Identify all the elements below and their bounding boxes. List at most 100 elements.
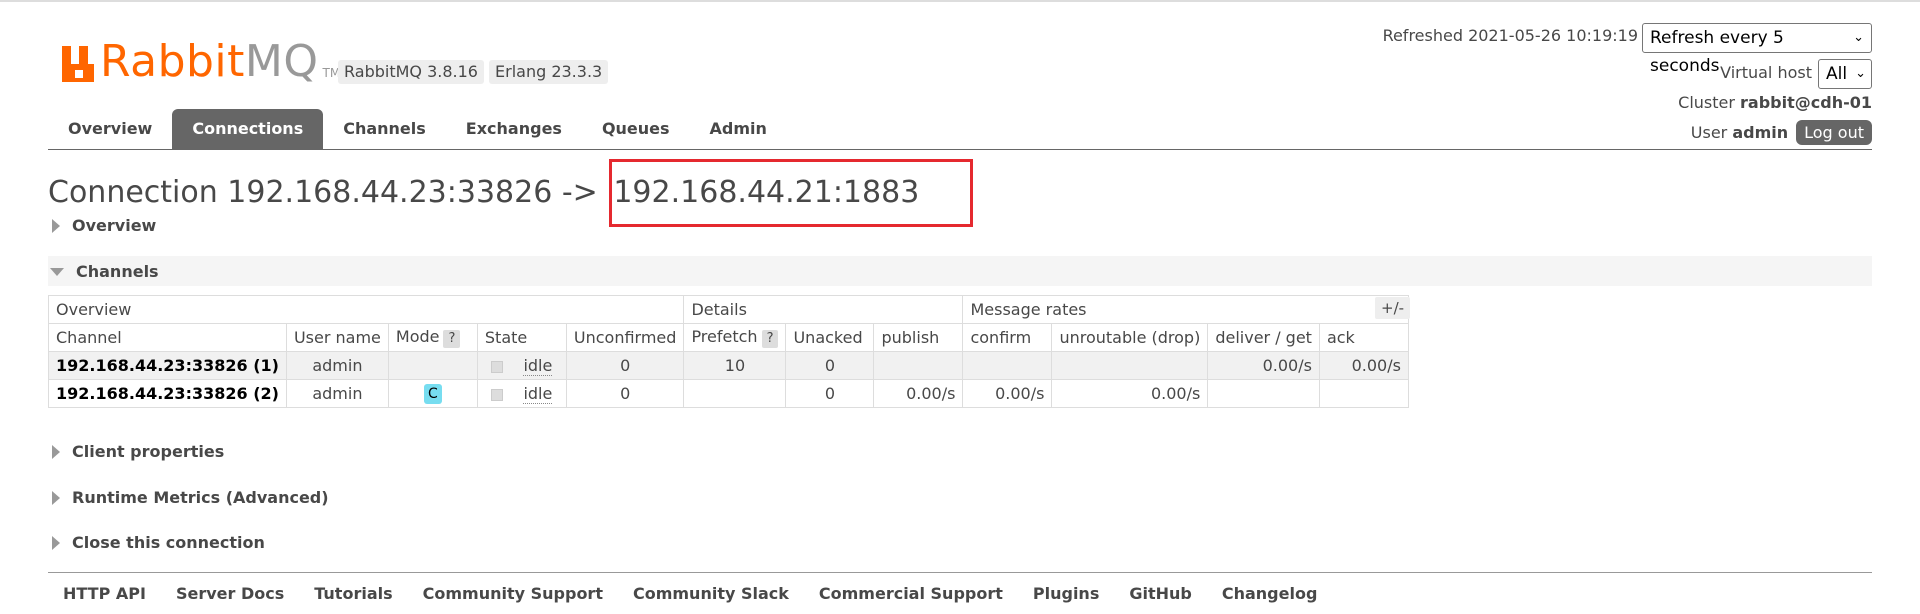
logout-button[interactable]: Log out bbox=[1796, 120, 1872, 145]
cell-state: idle bbox=[476, 379, 567, 408]
column-header-mode[interactable]: Mode? bbox=[387, 323, 478, 352]
cell-user: admin bbox=[285, 351, 389, 380]
chevron-down-icon: ⌄ bbox=[1855, 66, 1866, 81]
expand-arrow-icon bbox=[52, 218, 60, 233]
column-header-publish[interactable]: publish bbox=[873, 323, 964, 352]
cell-prefetch: 10 bbox=[683, 351, 787, 380]
footer-link-server-docs[interactable]: Server Docs bbox=[176, 584, 284, 603]
section-label: Channels bbox=[76, 262, 159, 281]
page-title-prefix: Connection 192.168.44.23:33826 -> bbox=[48, 175, 608, 210]
cell-unroutable: 0.00/s bbox=[1051, 379, 1209, 408]
section-label: Runtime Metrics (Advanced) bbox=[72, 488, 329, 507]
mode-confirm-badge: C bbox=[424, 384, 442, 404]
expand-arrow-icon bbox=[52, 535, 60, 550]
cluster-name: rabbit@cdh-01 bbox=[1740, 93, 1872, 112]
cell-confirm bbox=[962, 351, 1053, 380]
channel-link[interactable]: 192.168.44.23:33826 (1) bbox=[48, 351, 287, 380]
tab-divider bbox=[48, 149, 1872, 150]
rabbitmq-version-badge: RabbitMQ 3.8.16 bbox=[338, 60, 484, 84]
column-header-prefetch[interactable]: Prefetch? bbox=[683, 323, 787, 352]
cell-state: idle bbox=[476, 351, 567, 380]
column-header-confirm[interactable]: confirm bbox=[962, 323, 1053, 352]
section-toggle-client-properties[interactable]: Client properties bbox=[52, 442, 224, 461]
section-toggle-channels[interactable]: Channels bbox=[50, 262, 159, 281]
column-header-prefetch-label: Prefetch bbox=[691, 327, 758, 346]
user-label: User bbox=[1690, 123, 1728, 142]
footer-link-community-slack[interactable]: Community Slack bbox=[633, 584, 789, 603]
footer-link-community-support[interactable]: Community Support bbox=[423, 584, 603, 603]
cell-unacked: 0 bbox=[785, 351, 875, 380]
cell-mode: C bbox=[387, 379, 478, 408]
section-label: Overview bbox=[72, 216, 157, 235]
tab-queues[interactable]: Queues bbox=[582, 109, 690, 149]
refresh-interval-select[interactable]: Refresh every 5 seconds ⌄ bbox=[1642, 23, 1872, 76]
column-header-channel[interactable]: Channel bbox=[48, 323, 287, 352]
tab-exchanges[interactable]: Exchanges bbox=[446, 109, 582, 149]
footer-links: HTTP API Server Docs Tutorials Community… bbox=[63, 584, 1317, 603]
chevron-down-icon: ⌄ bbox=[1853, 30, 1864, 45]
table-row[interactable]: 192.168.44.23:33826 (1) admin idle 0 10 … bbox=[48, 351, 1409, 380]
footer-link-http-api[interactable]: HTTP API bbox=[63, 584, 146, 603]
logo-text-rabbit: Rabbit bbox=[100, 36, 245, 87]
tab-admin[interactable]: Admin bbox=[690, 109, 787, 149]
footer-link-changelog[interactable]: Changelog bbox=[1222, 584, 1318, 603]
cell-unconfirmed: 0 bbox=[565, 379, 685, 408]
column-header-unacked[interactable]: Unacked bbox=[785, 323, 875, 352]
target-address-highlight-box bbox=[609, 159, 973, 227]
footer-link-plugins[interactable]: Plugins bbox=[1033, 584, 1099, 603]
state-indicator-icon bbox=[491, 388, 504, 401]
rabbitmq-logo[interactable]: RabbitMQ TM bbox=[62, 38, 340, 84]
section-toggle-close-connection[interactable]: Close this connection bbox=[52, 533, 265, 552]
column-header-deliver-get[interactable]: deliver / get bbox=[1207, 323, 1320, 352]
cell-publish bbox=[873, 351, 964, 380]
channel-link[interactable]: 192.168.44.23:33826 (2) bbox=[48, 379, 287, 408]
erlang-version-badge: Erlang 23.3.3 bbox=[489, 60, 609, 84]
user-info: User admin Log out bbox=[1691, 120, 1872, 145]
state-indicator-icon bbox=[491, 360, 504, 373]
cell-publish: 0.00/s bbox=[873, 379, 964, 408]
user-name: admin bbox=[1732, 123, 1789, 142]
cluster-info: Cluster rabbit@cdh-01 bbox=[1678, 93, 1872, 112]
column-header-state[interactable]: State bbox=[476, 323, 567, 352]
section-label: Client properties bbox=[72, 442, 225, 461]
tab-overview[interactable]: Overview bbox=[48, 109, 172, 149]
expand-arrow-icon bbox=[52, 490, 60, 505]
help-icon[interactable]: ? bbox=[761, 330, 779, 348]
table-column-header-row: Channel User name Mode? State Unconfirme… bbox=[48, 323, 1409, 352]
column-header-unconfirmed[interactable]: Unconfirmed bbox=[565, 323, 685, 352]
virtual-host-select[interactable]: All ⌄ bbox=[1818, 59, 1872, 89]
column-options-button[interactable]: +/- bbox=[1375, 297, 1411, 319]
help-icon[interactable]: ? bbox=[443, 330, 461, 348]
column-header-ack[interactable]: ack bbox=[1318, 323, 1409, 352]
cell-deliver-get bbox=[1207, 379, 1320, 408]
section-toggle-overview[interactable]: Overview bbox=[52, 216, 156, 235]
group-header-message-rates: Message rates bbox=[962, 295, 1409, 324]
state-label: idle bbox=[523, 356, 553, 376]
cell-ack bbox=[1318, 379, 1409, 408]
tab-channels[interactable]: Channels bbox=[323, 109, 446, 149]
tab-connections[interactable]: Connections bbox=[172, 109, 324, 149]
virtual-host-label: Virtual host bbox=[1720, 63, 1812, 82]
section-toggle-runtime-metrics[interactable]: Runtime Metrics (Advanced) bbox=[52, 488, 329, 507]
main-nav-tabs: Overview Connections Channels Exchanges … bbox=[48, 109, 787, 149]
table-group-header-row: Overview Details Message rates bbox=[47, 295, 1409, 324]
group-header-details: Details bbox=[683, 295, 964, 324]
cell-unconfirmed: 0 bbox=[565, 351, 685, 380]
cell-ack: 0.00/s bbox=[1318, 351, 1409, 380]
cell-user: admin bbox=[285, 379, 389, 408]
group-header-overview: Overview bbox=[47, 295, 685, 324]
footer-link-github[interactable]: GitHub bbox=[1129, 584, 1192, 603]
table-row[interactable]: 192.168.44.23:33826 (2) admin C idle 0 0… bbox=[48, 379, 1409, 408]
cell-deliver-get: 0.00/s bbox=[1207, 351, 1320, 380]
footer-link-commercial-support[interactable]: Commercial Support bbox=[819, 584, 1003, 603]
cell-unroutable bbox=[1051, 351, 1209, 380]
column-header-unroutable[interactable]: unroutable (drop) bbox=[1051, 323, 1209, 352]
cell-prefetch bbox=[683, 379, 787, 408]
logo-text-mq: MQ bbox=[244, 36, 319, 87]
column-header-mode-label: Mode bbox=[395, 327, 440, 346]
column-header-user-name[interactable]: User name bbox=[285, 323, 389, 352]
cluster-label: Cluster bbox=[1678, 93, 1735, 112]
expand-arrow-icon bbox=[52, 444, 60, 459]
footer-link-tutorials[interactable]: Tutorials bbox=[314, 584, 392, 603]
cell-confirm: 0.00/s bbox=[962, 379, 1053, 408]
